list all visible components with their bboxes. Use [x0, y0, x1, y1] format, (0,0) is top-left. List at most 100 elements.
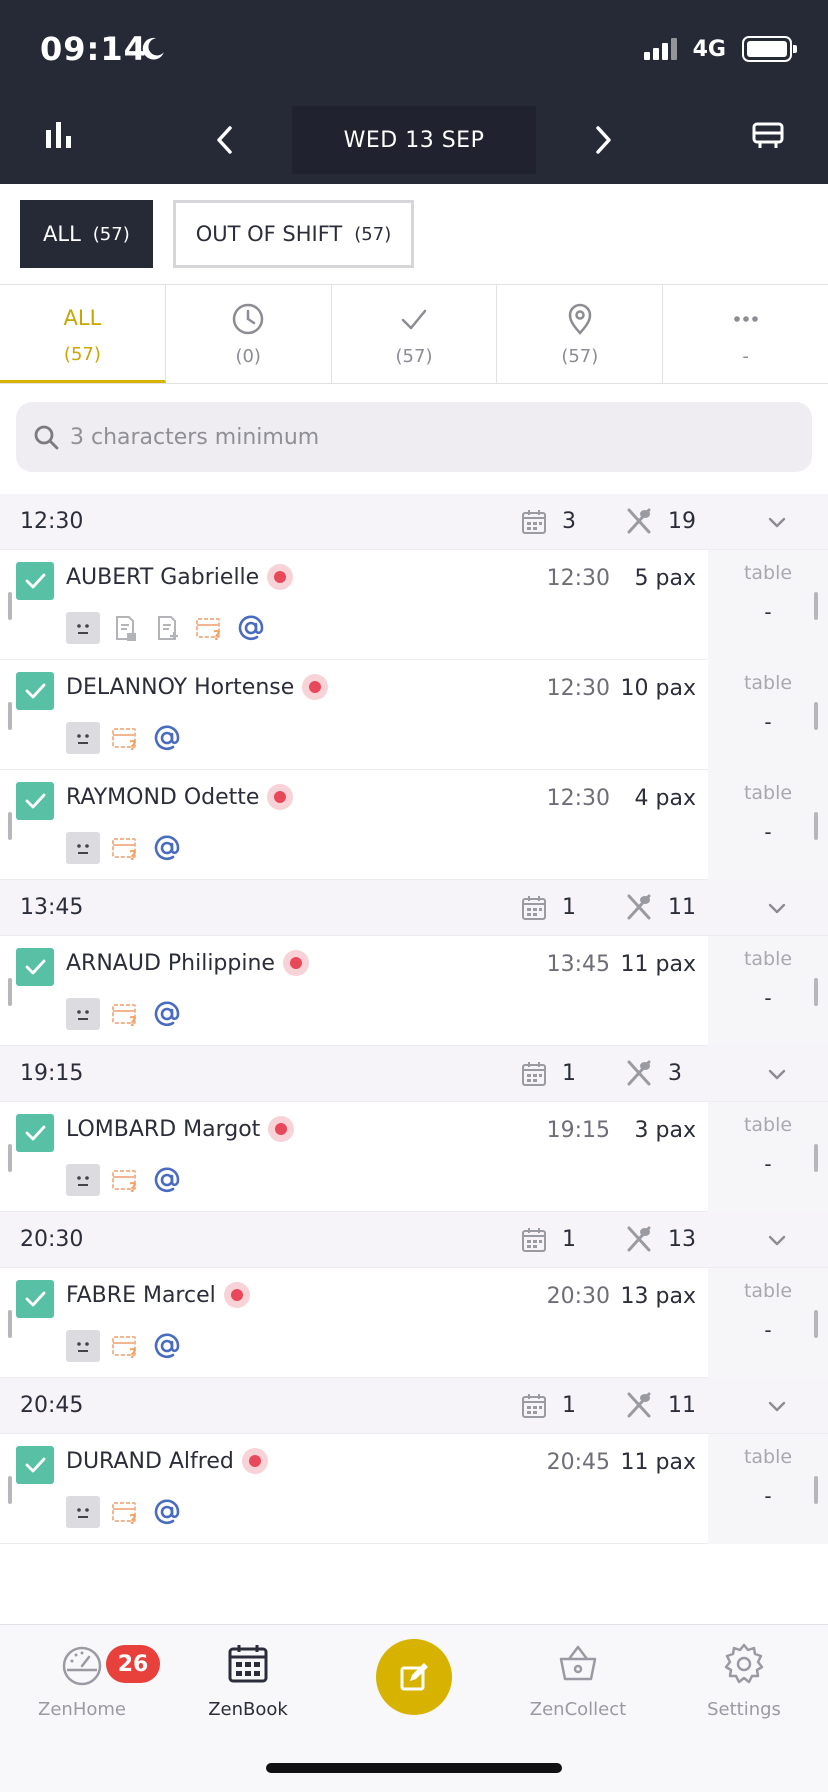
drag-handle[interactable]: [8, 978, 12, 1006]
search-icon: [34, 425, 59, 450]
table-assignment[interactable]: table -: [708, 1102, 828, 1212]
reservation-list: 12:30 3 19 AUBERT Gabrielle 12:30 5 pax? table…: [0, 494, 828, 1544]
drag-handle[interactable]: [8, 812, 12, 840]
guest-name-wrap: DURAND Alfred: [66, 1448, 268, 1474]
reservation-row[interactable]: LOMBARD Margot 19:15 3 pax? table -: [0, 1102, 828, 1212]
chevron-down-icon[interactable]: [766, 1396, 788, 1418]
chip-out-of-shift[interactable]: OUT OF SHIFT (57): [172, 200, 415, 268]
table-label: table: [743, 1280, 793, 1302]
shift-group-header[interactable]: 13:45 1 11: [0, 880, 828, 936]
next-day-chevron-icon[interactable]: [588, 122, 618, 158]
reservation-row[interactable]: DURAND Alfred 20:45 11 pax? table -: [0, 1434, 828, 1544]
drag-handle[interactable]: [814, 592, 818, 620]
floor-plan-icon[interactable]: [750, 118, 786, 152]
nav-label: ZenCollect: [529, 1699, 627, 1720]
nav-settings[interactable]: Settings: [674, 1641, 814, 1720]
drag-handle[interactable]: [8, 1310, 12, 1338]
previous-day-chevron-icon[interactable]: [210, 122, 240, 158]
table-assignment[interactable]: table -: [708, 660, 828, 770]
checkmark-icon: [25, 1291, 46, 1307]
drag-handle[interactable]: [8, 1144, 12, 1172]
chevron-down-icon[interactable]: [766, 512, 788, 534]
tab-all[interactable]: ALL (57): [0, 285, 166, 383]
at-sign-icon: [150, 832, 184, 864]
alert-dot-icon: [282, 950, 309, 976]
drag-handle[interactable]: [814, 702, 818, 730]
guest-name: DELANNOY Hortense: [66, 674, 295, 700]
guest-name-wrap: DELANNOY Hortense: [66, 674, 329, 700]
reservation-row[interactable]: RAYMOND Odette 12:30 4 pax? table -: [0, 770, 828, 880]
stats-icon[interactable]: [44, 122, 74, 148]
calendar-icon: [228, 1645, 268, 1683]
drag-handle[interactable]: [8, 592, 12, 620]
reservation-row[interactable]: AUBERT Gabrielle 12:30 5 pax? table -: [0, 550, 828, 660]
status-checkbox[interactable]: [16, 948, 54, 986]
group-reservation-count: 1: [562, 1227, 576, 1252]
reservation-row[interactable]: ARNAUD Philippine 13:45 11 pax? table -: [0, 936, 828, 1046]
drag-handle[interactable]: [814, 1310, 818, 1338]
cutlery-icon: [627, 894, 651, 920]
table-assignment[interactable]: table -: [708, 1434, 828, 1544]
clock-icon: [232, 303, 264, 334]
shift-group-header[interactable]: 12:30 3 19: [0, 494, 828, 550]
reservation-time: 12:30: [546, 676, 610, 701]
drag-handle[interactable]: [814, 1144, 818, 1172]
drag-handle[interactable]: [8, 702, 12, 730]
reservation-row[interactable]: DELANNOY Hortense 12:30 10 pax? table -: [0, 660, 828, 770]
table-assignment[interactable]: table -: [708, 770, 828, 880]
alert-dot-icon: [268, 1116, 295, 1142]
notification-badge: 26: [106, 1645, 160, 1683]
status-checkbox[interactable]: [16, 1446, 54, 1484]
reservation-time: 12:30: [546, 786, 610, 811]
reservation-time: 20:30: [546, 1284, 610, 1309]
table-assignment[interactable]: table -: [708, 936, 828, 1046]
tab-confirmed[interactable]: (57): [332, 285, 498, 383]
nav-label: ZenHome: [38, 1699, 126, 1720]
tab-waiting[interactable]: (0): [166, 285, 332, 383]
calendar-icon: [522, 510, 546, 534]
chevron-down-icon[interactable]: [766, 1230, 788, 1252]
status-checkbox[interactable]: [16, 1114, 54, 1152]
checkmark-icon: [25, 793, 46, 809]
chip-all[interactable]: ALL (57): [20, 200, 153, 268]
chevron-down-icon[interactable]: [766, 1064, 788, 1086]
nav-zencollect[interactable]: ZenCollect: [508, 1641, 648, 1720]
nav-zenhome[interactable]: ZenHome 26: [12, 1641, 160, 1720]
checkmark-icon: [25, 1457, 46, 1473]
reservation-row[interactable]: FABRE Marcel 20:30 13 pax? table -: [0, 1268, 828, 1378]
tab-more[interactable]: -: [663, 285, 828, 383]
reservation-tags: ?: [66, 1330, 184, 1362]
neutral-face-icon: [66, 1330, 100, 1362]
search-bar: [16, 402, 812, 472]
drag-handle[interactable]: [814, 978, 818, 1006]
date-selector[interactable]: WED 13 SEP: [292, 106, 536, 174]
table-assignment[interactable]: table -: [708, 550, 828, 660]
table-value: -: [764, 600, 772, 624]
guest-name: ARNAUD Philippine: [66, 950, 275, 976]
new-reservation-button[interactable]: [376, 1639, 452, 1715]
top-header: 09:14 4G WED 13 SEP: [0, 0, 828, 184]
drag-handle[interactable]: [8, 1476, 12, 1504]
chevron-down-icon[interactable]: [766, 898, 788, 920]
nav-zenbook[interactable]: ZenBook: [178, 1641, 318, 1720]
checkmark-icon: [25, 573, 46, 589]
document-lock-icon: [108, 612, 142, 644]
drag-handle[interactable]: [814, 1476, 818, 1504]
more-dots-icon: [733, 315, 758, 322]
drag-handle[interactable]: [814, 812, 818, 840]
shift-group-header[interactable]: 19:15 1 3: [0, 1046, 828, 1102]
status-checkbox[interactable]: [16, 1280, 54, 1318]
status-checkbox[interactable]: [16, 782, 54, 820]
table-value: -: [764, 710, 772, 734]
table-assignment[interactable]: table -: [708, 1268, 828, 1378]
status-checkbox[interactable]: [16, 672, 54, 710]
guest-name: FABRE Marcel: [66, 1282, 216, 1308]
status-checkbox[interactable]: [16, 562, 54, 600]
checkmark-icon: [25, 959, 46, 975]
reservation-tags: ?: [66, 832, 184, 864]
shift-group-header[interactable]: 20:45 1 11: [0, 1378, 828, 1434]
tab-arrived[interactable]: (57): [497, 285, 664, 383]
search-input[interactable]: [70, 424, 770, 450]
party-size: 5 pax: [634, 566, 696, 591]
shift-group-header[interactable]: 20:30 1 13: [0, 1212, 828, 1268]
